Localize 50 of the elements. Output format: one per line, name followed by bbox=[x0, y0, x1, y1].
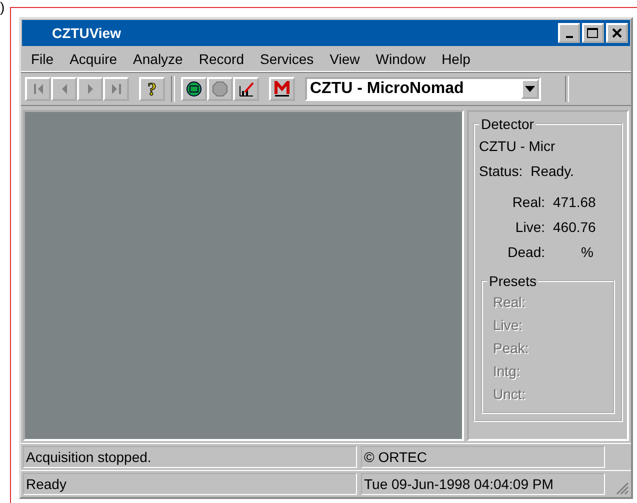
maximize-icon bbox=[587, 28, 599, 38]
stop-sign-icon bbox=[212, 81, 228, 97]
right-arrow-icon bbox=[88, 84, 92, 94]
dropdown-arrow-icon bbox=[525, 86, 535, 92]
reading-value: 460.76 bbox=[552, 218, 596, 237]
reading-label: Real: bbox=[511, 193, 545, 212]
last-icon bbox=[112, 84, 120, 94]
status-text: © ORTEC bbox=[361, 446, 605, 468]
resize-grip-icon bbox=[615, 481, 629, 495]
status-label: Status: bbox=[479, 162, 523, 181]
close-icon bbox=[612, 28, 622, 38]
detector-name: CZTU - Micr bbox=[479, 137, 556, 156]
status-text: Tue 09-Jun-1998 04:04:09 PM bbox=[361, 473, 605, 495]
circle-icon bbox=[186, 81, 202, 97]
reading-value: 471.68 bbox=[552, 193, 596, 212]
menu-item[interactable]: File bbox=[23, 51, 62, 67]
menu-item[interactable]: Analyze bbox=[125, 51, 191, 67]
reading-label: Dead: bbox=[506, 243, 545, 262]
group-title: Detector bbox=[480, 116, 535, 132]
left-arrow-icon bbox=[62, 84, 66, 94]
toolbar-button[interactable] bbox=[181, 77, 207, 101]
preset-label: Live: bbox=[492, 316, 524, 335]
first-icon bbox=[34, 84, 42, 94]
figure-label: ) bbox=[0, 0, 5, 14]
minimize-icon bbox=[566, 36, 572, 38]
chart-pencil-icon bbox=[238, 82, 254, 96]
toolbar-button[interactable] bbox=[269, 77, 295, 101]
m-letter-icon bbox=[274, 81, 290, 97]
menu-item[interactable]: Record bbox=[190, 51, 252, 67]
group-title: Presets bbox=[488, 273, 538, 289]
menu-item[interactable]: View bbox=[322, 51, 368, 67]
minimize-button[interactable] bbox=[558, 23, 580, 43]
toolbar-button[interactable] bbox=[233, 77, 259, 101]
close-button[interactable] bbox=[606, 23, 628, 43]
menu-item[interactable]: Acquire bbox=[62, 51, 126, 67]
window-title: CZTUView bbox=[52, 25, 122, 41]
reading-label: Live: bbox=[514, 218, 545, 237]
status-value: Ready. bbox=[530, 162, 574, 181]
menu-item[interactable]: Window bbox=[368, 51, 434, 67]
detector-dropdown[interactable]: CZTU - MicroNomad bbox=[305, 77, 541, 101]
status-text: Ready bbox=[23, 473, 357, 495]
menu-item[interactable]: Help bbox=[434, 51, 478, 67]
preset-label: Intg: bbox=[492, 362, 522, 381]
maximize-button[interactable] bbox=[582, 23, 604, 43]
menu-item[interactable]: Services bbox=[252, 51, 322, 67]
reading-value: % bbox=[580, 243, 594, 262]
preset-label: Unct: bbox=[492, 385, 527, 404]
status-text: Acquisition stopped. bbox=[23, 446, 357, 468]
preset-label: Real: bbox=[492, 293, 527, 312]
preset-label: Peak: bbox=[492, 339, 530, 358]
